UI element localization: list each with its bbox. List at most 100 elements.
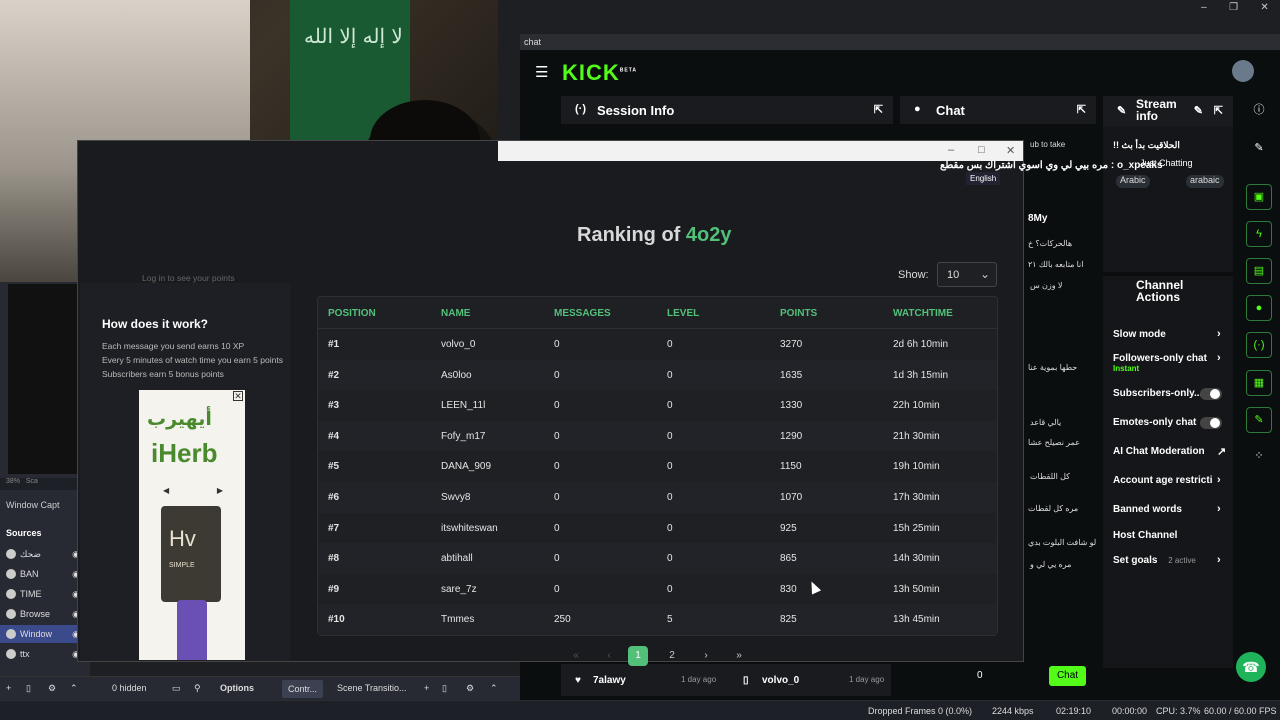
login-hint[interactable]: Log in to see your points (142, 273, 235, 283)
cell-name[interactable]: LEEN_11l (441, 400, 485, 411)
wrench-icon[interactable]: ✎ (1246, 407, 1272, 433)
page-last[interactable]: » (729, 646, 749, 666)
chat-line: مره كل لقطات (1028, 504, 1079, 513)
popout-icon[interactable]: ⇱ (874, 103, 883, 116)
action-set-goals[interactable]: Set goals 2 active › (1113, 554, 1221, 566)
maximize-icon[interactable]: □ (978, 144, 985, 156)
trash-icon[interactable]: ▯ (26, 683, 31, 694)
options-button[interactable]: Options (220, 683, 254, 693)
action-account-age[interactable]: Account age restricti › (1113, 474, 1221, 486)
action-ai-moderation[interactable]: AI Chat Moderation ↗ (1113, 446, 1226, 458)
edit-icon[interactable]: ✎ (1246, 136, 1272, 162)
cell-name[interactable]: Tmmes (441, 614, 474, 625)
add-icon[interactable]: + (424, 683, 429, 693)
close-icon[interactable]: ✕ (233, 391, 243, 401)
storage-icon[interactable]: ▦ (1246, 370, 1272, 396)
cell-name[interactable]: Fofy_m17 (441, 431, 485, 442)
show-count-select[interactable]: 10 ⌄ (937, 262, 997, 287)
popout-icon[interactable]: ⇱ (1214, 104, 1223, 117)
source-item[interactable]: ttx◉ (0, 645, 80, 663)
screen-icon[interactable]: ▣ (1246, 184, 1272, 210)
col-name[interactable]: NAME (441, 308, 470, 319)
close-button[interactable]: ✕ (1260, 2, 1268, 13)
info-icon[interactable]: ⓘ (1246, 98, 1272, 124)
col-level[interactable]: LEVEL (667, 308, 699, 319)
gear-icon[interactable]: ⚙ (466, 683, 474, 694)
scene-transitions-tab[interactable]: Scene Transitio... (337, 683, 407, 693)
feed-user[interactable]: volvo_0 (762, 675, 799, 686)
action-host-channel[interactable]: Host Channel (1113, 530, 1177, 541)
support-icon[interactable]: ☎ (1236, 652, 1266, 682)
iherb-ad[interactable]: ✕ أيهيرب iHerb ◀ ▶ Hv SIMPLE (139, 390, 245, 660)
product-text: SIMPLE (169, 562, 195, 569)
ad-carousel-arrows[interactable]: ◀ ▶ (163, 486, 223, 495)
col-position[interactable]: POSITION (328, 308, 376, 319)
trash-icon[interactable]: ▯ (442, 683, 447, 694)
col-points[interactable]: POINTS (780, 308, 817, 319)
scene-preview[interactable] (8, 284, 78, 474)
cell-points: 3270 (780, 339, 803, 350)
popout-icon[interactable]: ⇱ (1077, 103, 1086, 116)
action-emotes-only[interactable]: Emotes-only chat (1113, 417, 1196, 428)
page-first[interactable]: « (566, 646, 586, 666)
chat-bubble-icon[interactable]: ● (1246, 295, 1272, 321)
source-icon (6, 549, 16, 559)
page-1[interactable]: 1 (628, 646, 648, 666)
cell-points: 1070 (780, 492, 803, 503)
chat-icon: ● (914, 103, 921, 115)
maximize-button[interactable]: ❐ (1229, 2, 1238, 13)
action-label: Subscribers-only... (1113, 388, 1203, 399)
col-watchtime[interactable]: WATCHTIME (893, 308, 953, 319)
action-subscribers-only[interactable]: Subscribers-only... (1113, 388, 1202, 399)
source-item[interactable]: ضحك◉ (0, 545, 80, 563)
subscribers-only-toggle[interactable] (1200, 388, 1222, 400)
link-icon[interactable]: ⚲ (194, 683, 201, 694)
action-banned-words[interactable]: Banned words › (1113, 503, 1221, 515)
page-2[interactable]: 2 (662, 646, 682, 666)
source-item-selected[interactable]: Window◉ (0, 625, 80, 643)
action-followers-only[interactable]: Followers-only chat › Instant (1113, 352, 1221, 373)
chat-send-button[interactable]: Chat (1049, 666, 1086, 686)
cell-level: 0 (667, 430, 673, 442)
controls-tab[interactable]: Contr... (282, 680, 324, 698)
cell-watchtime: 21h 30min (893, 430, 940, 442)
broadcast-icon[interactable]: (·) (1246, 332, 1272, 358)
apps-icon[interactable]: ⁘ (1246, 444, 1272, 470)
col-messages[interactable]: MESSAGES (554, 308, 611, 319)
minimize-button[interactable]: – (1201, 2, 1207, 13)
emotes-only-toggle[interactable] (1200, 417, 1222, 429)
flag-text: لا إله إلا الله (304, 24, 403, 48)
cell-points: 1330 (780, 400, 803, 412)
clipboard-icon[interactable]: ▤ (1246, 258, 1272, 284)
cell-name[interactable]: itswhiteswan (441, 523, 498, 534)
chevron-up-icon[interactable]: ⌃ (490, 683, 498, 694)
source-name: Browse (20, 609, 51, 619)
close-icon[interactable]: ✕ (1006, 144, 1015, 157)
add-icon[interactable]: + (6, 683, 11, 693)
stream-title: !! الحلاقيت بدأ بث (1113, 140, 1180, 150)
source-icon (6, 629, 16, 639)
filter-icon[interactable]: ▭ (172, 683, 181, 694)
cell-name[interactable]: Swvy8 (441, 492, 470, 503)
page-prev[interactable]: ‹ (599, 646, 619, 666)
source-item[interactable]: Browse◉ (0, 605, 80, 623)
minimize-icon[interactable]: – (948, 144, 954, 156)
source-item[interactable]: TIME◉ (0, 585, 80, 603)
page-next[interactable]: › (696, 646, 716, 666)
menu-icon[interactable]: ☰ (535, 63, 548, 81)
arrow-left-icon[interactable]: ◀ (163, 486, 169, 495)
cell-name[interactable]: As0loo (441, 370, 472, 381)
chevron-up-icon[interactable]: ⌃ (70, 683, 78, 694)
lightning-icon[interactable]: ϟ (1246, 221, 1272, 247)
cell-name[interactable]: abtihall (441, 553, 473, 564)
action-slow-mode[interactable]: Slow mode › (1113, 328, 1221, 340)
arrow-right-icon[interactable]: ▶ (217, 486, 223, 495)
source-item[interactable]: BAN◉ (0, 565, 80, 583)
feed-user[interactable]: 7alawy (593, 675, 626, 686)
cell-pos: #4 (328, 430, 340, 442)
avatar[interactable] (1232, 60, 1254, 82)
gear-icon[interactable]: ⚙ (48, 683, 56, 694)
cell-name[interactable]: sare_7z (441, 584, 477, 595)
cell-name[interactable]: DANA_909 (441, 461, 491, 472)
cell-name[interactable]: volvo_0 (441, 339, 475, 350)
